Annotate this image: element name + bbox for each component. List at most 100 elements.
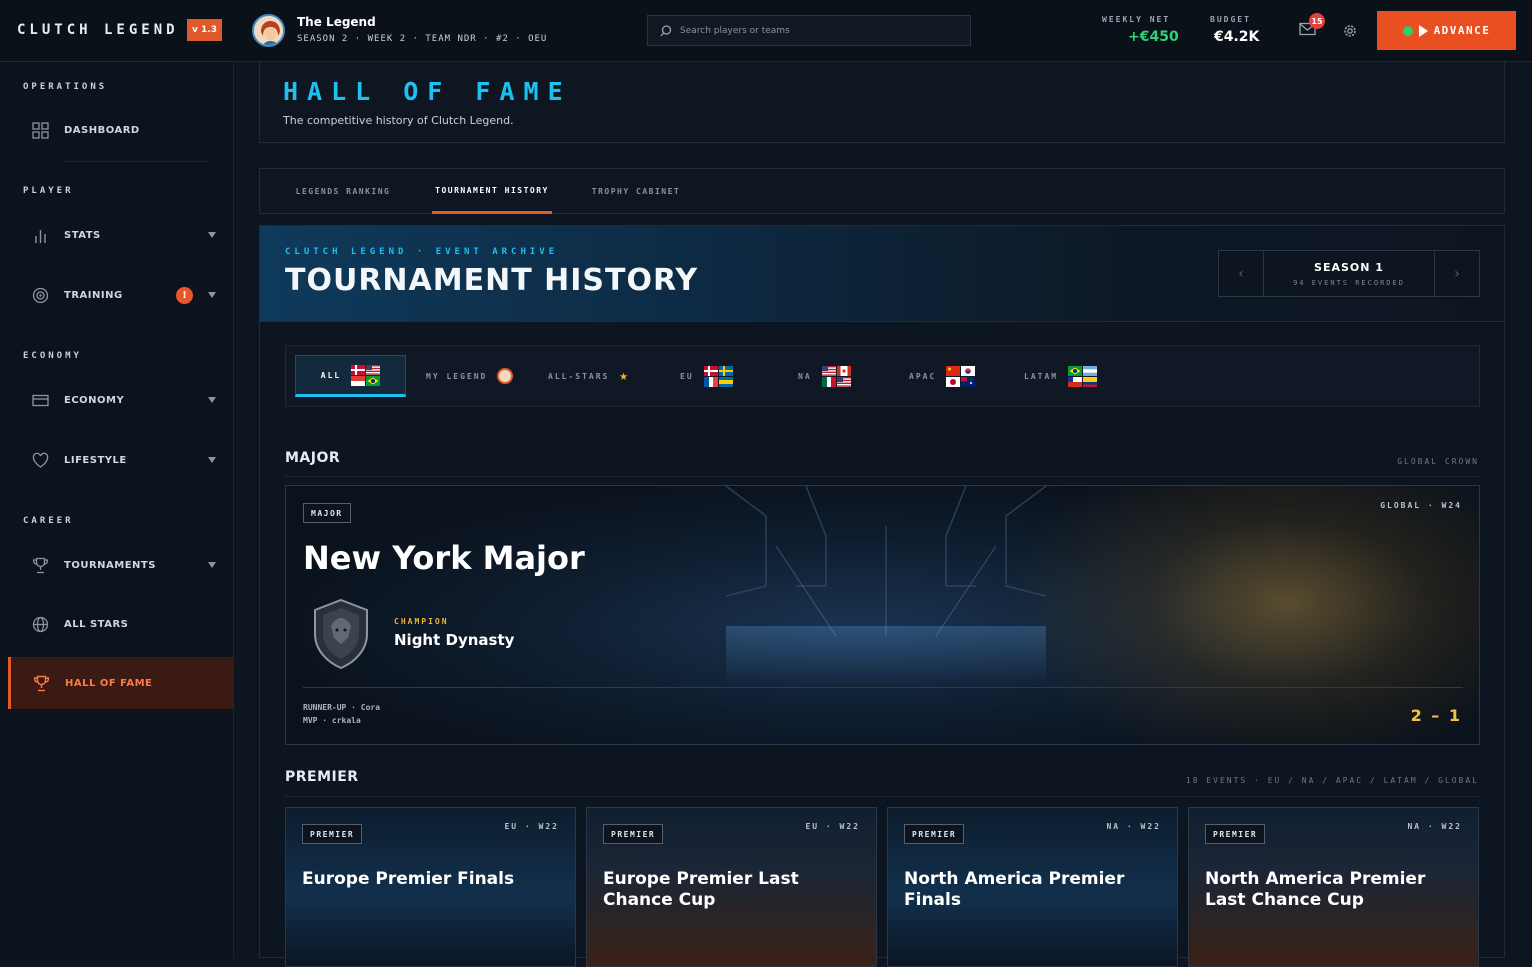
advance-label: ADVANCE — [1433, 24, 1491, 37]
heart-icon — [32, 452, 49, 468]
page-subtitle: The competitive history of Clutch Legend… — [283, 114, 514, 127]
divider — [64, 161, 209, 162]
filter-label: MY LEGEND — [426, 371, 488, 381]
filter-na[interactable]: NA — [798, 355, 868, 397]
sidebar-item-hall-of-fame[interactable]: HALL OF FAME — [8, 657, 234, 709]
event-tier-tag: PREMIER — [904, 824, 965, 844]
archive-title: TOURNAMENT HISTORY — [285, 263, 699, 298]
section-operations: OPERATIONS — [23, 82, 108, 92]
version-badge: v 1.3 — [187, 19, 222, 41]
flags-icon — [821, 365, 851, 387]
flags-icon — [1068, 365, 1098, 387]
top-bar: CLUTCH LEGEND v 1.3 The Legend SEASON 2 … — [0, 0, 1532, 62]
final-score: 2 – 1 — [1410, 706, 1462, 725]
section-title-major: MAJOR — [285, 450, 341, 466]
tab-trophy-cabinet[interactable]: TROPHY CABINET — [582, 169, 690, 214]
status-dot-icon — [1402, 25, 1413, 36]
chevron-down-icon — [208, 292, 216, 298]
avatar[interactable] — [252, 14, 285, 47]
event-tier-tag: PREMIER — [603, 824, 664, 844]
event-tier-tag: MAJOR — [303, 503, 351, 523]
filter-apac[interactable]: APAC — [909, 355, 989, 397]
event-archive: CLUTCH LEGEND · EVENT ARCHIVE TOURNAMENT… — [259, 225, 1505, 967]
divider — [285, 796, 1480, 797]
mvp: MVP · crkala — [303, 716, 361, 725]
sidebar-item-lifestyle[interactable]: LIFESTYLE — [8, 434, 234, 486]
archive-header: CLUTCH LEGEND · EVENT ARCHIVE TOURNAMENT… — [260, 226, 1504, 322]
premier-event-card[interactable]: PREMIER EU · W22 Europe Premier Finals — [285, 807, 576, 967]
gear-icon[interactable] — [1342, 23, 1358, 39]
bar-chart-icon — [35, 229, 46, 243]
profile-meta: SEASON 2 · WEEK 2 · TEAM NDR · #2 · OEU — [297, 34, 548, 44]
target-icon — [32, 287, 49, 303]
filter-label: ALL — [320, 370, 342, 380]
chevron-down-icon — [208, 397, 216, 403]
weekly-net-label: WEEKLY NET — [1102, 15, 1171, 24]
alert-badge: ! — [176, 286, 193, 304]
event-region-week: EU · W22 — [805, 822, 860, 831]
season-title: SEASON 1 — [1314, 261, 1384, 274]
chevron-down-icon — [208, 232, 216, 238]
flags-icon — [703, 365, 733, 387]
divider — [303, 687, 1463, 688]
search-input[interactable] — [680, 22, 960, 39]
sidebar-item-economy[interactable]: ECONOMY — [8, 374, 234, 426]
sidebar-item-stats[interactable]: STATS — [8, 209, 234, 261]
section-player: PLAYER — [23, 186, 74, 196]
premier-event-card[interactable]: PREMIER NA · W22 North America Premier F… — [887, 807, 1178, 967]
premier-event-card[interactable]: PREMIER EU · W22 Europe Premier Last Cha… — [586, 807, 877, 967]
filter-all-stars[interactable]: ALL-STARS ★ — [548, 355, 643, 397]
season-events-count: 94 EVENTS RECORDED — [1293, 279, 1405, 287]
play-icon — [1418, 24, 1428, 37]
premier-event-card[interactable]: PREMIER NA · W22 North America Premier L… — [1188, 807, 1479, 967]
trophy-icon — [33, 675, 50, 691]
event-region-week: EU · W22 — [504, 822, 559, 831]
search-box[interactable] — [647, 15, 971, 46]
filter-eu[interactable]: EU — [680, 355, 750, 397]
filter-latam[interactable]: LATAM — [1024, 355, 1104, 397]
weekly-net-value: +€450 — [1128, 29, 1179, 45]
divider — [285, 476, 1480, 477]
sidebar-item-dashboard[interactable]: DASHBOARD — [8, 104, 234, 156]
event-name: Europe Premier Last Chance Cup — [603, 869, 799, 910]
filter-label: LATAM — [1024, 371, 1059, 381]
event-name: New York Major — [303, 539, 585, 577]
avatar-icon — [497, 368, 514, 384]
event-name: Europe Premier Finals — [302, 869, 515, 889]
filter-label: EU — [680, 371, 694, 381]
event-region-week: GLOBAL · W24 — [1380, 501, 1462, 510]
filter-all[interactable]: ALL — [295, 355, 406, 397]
section-meta-premier: 18 EVENTS · EU / NA / APAC / LATAM / GLO… — [1185, 776, 1479, 785]
tab-legends-ranking[interactable]: LEGENDS RANKING — [285, 169, 401, 214]
budget-value: €4.2K — [1214, 29, 1260, 45]
sidebar-item-label: HALL OF FAME — [65, 677, 153, 689]
brand-logo: CLUTCH LEGEND — [17, 22, 179, 38]
sidebar: OPERATIONS DASHBOARD PLAYER STATS TRAINI… — [0, 62, 234, 958]
tab-bar: LEGENDS RANKING TOURNAMENT HISTORY TROPH… — [259, 168, 1505, 214]
event-tier-tag: PREMIER — [302, 824, 363, 844]
prev-season-button[interactable]: ‹ — [1219, 251, 1264, 296]
season-selector: ‹ SEASON 1 94 EVENTS RECORDED › — [1218, 250, 1480, 297]
profile-name: The Legend — [297, 15, 376, 29]
arena-light — [986, 486, 1479, 744]
advance-button[interactable]: ADVANCE — [1377, 11, 1516, 50]
sidebar-item-training[interactable]: TRAINING ! — [8, 269, 234, 321]
champion-label: CHAMPION — [394, 617, 449, 626]
flags-icon — [946, 365, 976, 387]
major-event-card[interactable]: MAJOR GLOBAL · W24 New York Major CHAMPI… — [285, 485, 1480, 745]
sidebar-item-label: STATS — [64, 229, 101, 241]
chevron-down-icon — [208, 562, 216, 568]
sidebar-item-label: LIFESTYLE — [64, 454, 127, 466]
filter-label: NA — [798, 371, 812, 381]
section-economy: ECONOMY — [23, 351, 82, 361]
flags-icon — [351, 364, 381, 386]
event-region-week: NA · W22 — [1106, 822, 1161, 831]
filter-my-legend[interactable]: MY LEGEND — [426, 355, 526, 397]
runner-up: RUNNER-UP · Cora — [303, 703, 381, 712]
sidebar-item-tournaments[interactable]: TOURNAMENTS — [8, 539, 234, 591]
tab-tournament-history[interactable]: TOURNAMENT HISTORY — [432, 169, 552, 214]
sidebar-item-all-stars[interactable]: ALL STARS — [8, 598, 234, 650]
trophy-icon — [32, 557, 49, 573]
next-season-button[interactable]: › — [1434, 251, 1479, 296]
sidebar-item-label: TRAINING — [64, 289, 123, 301]
